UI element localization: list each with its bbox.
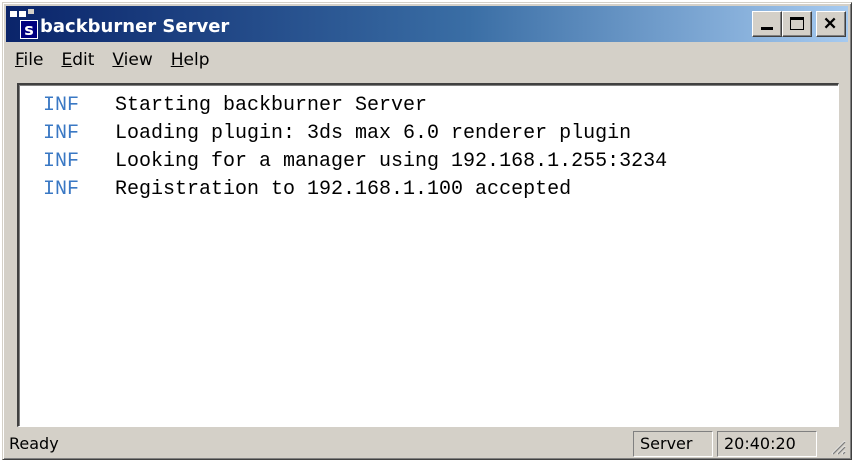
- menu-edit[interactable]: Edit: [52, 50, 103, 70]
- maximize-icon: [790, 17, 804, 30]
- minimize-button[interactable]: [752, 11, 782, 37]
- log-level: INF: [43, 150, 80, 173]
- log-level: INF: [43, 94, 80, 117]
- menu-view-label: iew: [123, 50, 153, 70]
- status-text: Ready: [9, 434, 59, 453]
- menu-bar: File Edit View Help: [6, 45, 848, 75]
- log-row[interactable]: INF Starting backburner Server: [19, 92, 838, 120]
- log-level: INF: [43, 122, 80, 145]
- close-button[interactable]: [816, 11, 846, 37]
- app-window: s backburner Server File Edit View Help …: [2, 2, 852, 460]
- icon-letter: s: [20, 20, 38, 39]
- minimize-icon: [761, 27, 773, 30]
- status-time-panel: 20:40:20: [717, 431, 817, 457]
- menu-help-mnemonic: H: [170, 50, 184, 70]
- menu-file-label: ile: [23, 50, 44, 70]
- icon-square: [28, 9, 34, 14]
- log-message: Registration to 192.168.1.100 accepted: [115, 178, 572, 201]
- menu-edit-label: dit: [72, 50, 95, 70]
- log-message: Starting backburner Server: [115, 94, 428, 117]
- menu-help[interactable]: Help: [162, 50, 219, 70]
- maximize-button[interactable]: [782, 11, 812, 37]
- icon-square: [10, 11, 17, 17]
- status-mode-panel: Server: [633, 431, 713, 457]
- resize-grip-icon[interactable]: [828, 437, 846, 455]
- menu-file-mnemonic: F: [15, 50, 24, 70]
- close-icon: [824, 17, 836, 29]
- status-bar: Ready Server 20:40:20: [6, 431, 848, 457]
- menu-edit-mnemonic: E: [61, 50, 73, 70]
- icon-square: [19, 11, 26, 17]
- log-list[interactable]: INF Starting backburner Server INF Loadi…: [17, 83, 839, 427]
- window-title: backburner Server: [40, 15, 230, 37]
- log-level: INF: [43, 178, 80, 201]
- log-row[interactable]: INF Looking for a manager using 192.168.…: [19, 148, 838, 176]
- log-message: Looking for a manager using 192.168.1.25…: [115, 150, 668, 173]
- menu-file[interactable]: File: [6, 50, 52, 70]
- window-controls: [752, 11, 846, 37]
- log-message: Loading plugin: 3ds max 6.0 renderer plu…: [115, 122, 632, 145]
- menu-view-mnemonic: V: [112, 50, 124, 70]
- menu-help-label: elp: [183, 50, 210, 70]
- backburner-server-icon[interactable]: s: [10, 9, 42, 39]
- log-row[interactable]: INF Registration to 192.168.1.100 accept…: [19, 176, 838, 204]
- menu-view[interactable]: View: [103, 50, 161, 70]
- title-bar[interactable]: s backburner Server: [6, 6, 848, 42]
- log-row[interactable]: INF Loading plugin: 3ds max 6.0 renderer…: [19, 120, 838, 148]
